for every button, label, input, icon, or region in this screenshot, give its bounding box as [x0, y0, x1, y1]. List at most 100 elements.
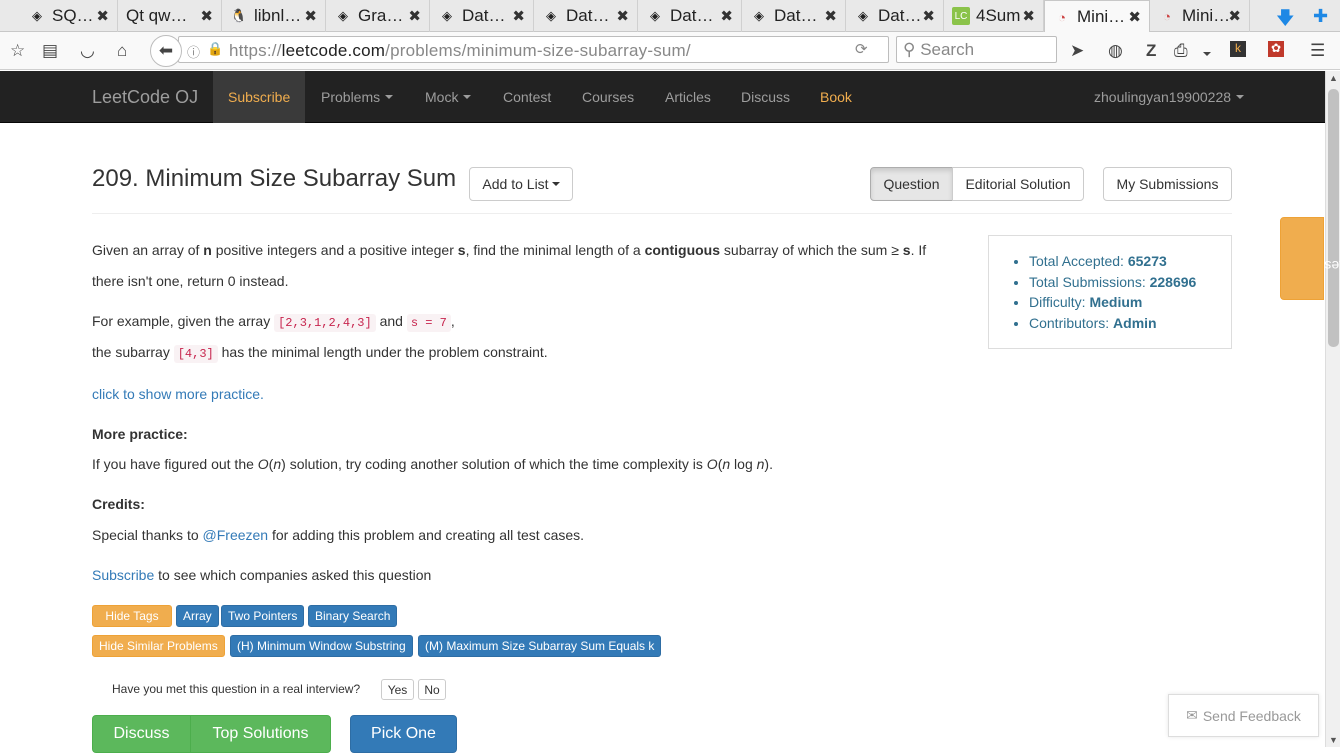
- stat-total-submissions: Total Submissions: 228696: [1029, 272, 1231, 293]
- credits-heading: Credits:: [92, 496, 145, 512]
- printer-icon[interactable]: ⎙: [1174, 41, 1188, 61]
- code-s: s = 7: [406, 314, 451, 332]
- close-icon[interactable]: ✖: [304, 7, 317, 25]
- scrollbar-thumb[interactable]: [1328, 89, 1339, 347]
- send-icon[interactable]: ➤: [1070, 41, 1084, 61]
- close-icon[interactable]: ✖: [824, 7, 837, 25]
- diamond-icon: ◈: [442, 8, 452, 23]
- diamond-icon: ◈: [32, 8, 42, 23]
- example-line2: the subarray [4,3] has the minimal lengt…: [92, 344, 548, 363]
- lc-icon: LC: [952, 7, 970, 25]
- browser-tab[interactable]: ◈ Dat… ✖: [846, 0, 944, 32]
- diamond-icon: ◈: [754, 8, 764, 23]
- envelope-icon: ✉: [1186, 707, 1198, 723]
- tab-editorial-solution[interactable]: Editorial Solution: [952, 167, 1084, 201]
- browser-tab[interactable]: LC 4Sum ✖: [944, 0, 1044, 32]
- browser-tab[interactable]: ◈ Dat… ✖: [534, 0, 638, 32]
- nav-problems[interactable]: Problems: [306, 71, 408, 123]
- nav-contest[interactable]: Contest: [488, 71, 566, 123]
- reload-icon[interactable]: ⟳: [855, 40, 868, 58]
- tag-two-pointers[interactable]: Two Pointers: [221, 605, 305, 627]
- close-icon[interactable]: ✖: [922, 7, 935, 25]
- extension-icon[interactable]: ✿: [1268, 41, 1284, 57]
- nav-mock[interactable]: Mock: [410, 71, 486, 123]
- nav-courses[interactable]: Courses: [567, 71, 649, 123]
- similar-problem-link[interactable]: (H) Minimum Window Substring: [230, 635, 413, 657]
- example-line1: For example, given the array [2,3,1,2,4,…: [92, 313, 455, 332]
- my-submissions-button[interactable]: My Submissions: [1103, 167, 1232, 201]
- add-to-list-button[interactable]: Add to List: [469, 167, 573, 201]
- nav-discuss[interactable]: Discuss: [726, 71, 805, 123]
- no-button[interactable]: No: [418, 679, 446, 700]
- site-header: LeetCode OJ Subscribe Problems Mock Cont…: [0, 71, 1325, 123]
- chevron-down-icon: [385, 95, 394, 99]
- browser-tab-active[interactable]: ◔ Mini… ✖: [1044, 0, 1150, 33]
- page-scrollbar[interactable]: ▲ ▼: [1325, 71, 1340, 747]
- close-icon[interactable]: ✖: [1228, 7, 1241, 25]
- url-bar[interactable]: ⓘ 🔒 https://leetcode.com/problems/minimu…: [178, 36, 889, 63]
- tab-question[interactable]: Question: [870, 167, 953, 201]
- show-more-practice-link[interactable]: click to show more practice.: [92, 384, 264, 404]
- tag-binary-search[interactable]: Binary Search: [308, 605, 398, 627]
- lock-icon: 🔒: [207, 41, 224, 56]
- close-icon[interactable]: ✖: [512, 7, 525, 25]
- chevron-down-icon: [463, 95, 472, 99]
- user-menu[interactable]: zhoulingyan19900228: [1079, 71, 1259, 123]
- browser-tab[interactable]: ◈ Dat… ✖: [742, 0, 846, 32]
- nav-book[interactable]: Book: [805, 71, 867, 123]
- browser-tab[interactable]: Qt qw… ✖: [118, 0, 222, 32]
- subscribe-link[interactable]: Subscribe: [92, 567, 154, 583]
- pocket-icon[interactable]: ◡: [80, 41, 95, 61]
- new-tab-icon[interactable]: ✚: [1313, 6, 1328, 27]
- extension-k-icon[interactable]: k: [1230, 41, 1246, 57]
- hamburger-menu-icon[interactable]: ☰: [1310, 41, 1325, 61]
- browser-tab[interactable]: ◈ Dat… ✖: [638, 0, 742, 32]
- bookmark-star-icon[interactable]: ☆: [10, 41, 25, 61]
- diamond-icon: ◈: [858, 8, 868, 23]
- search-input[interactable]: ⚲ Search: [896, 36, 1057, 63]
- scroll-down-icon[interactable]: ▼: [1329, 735, 1338, 745]
- page-title: 209. Minimum Size Subarray Sum: [92, 165, 457, 192]
- browser-tab[interactable]: ◈ SQ… ✖: [20, 0, 118, 32]
- problem-description-line1: Given an array of n positive integers an…: [92, 242, 927, 258]
- send-feedback-button[interactable]: ✉ Send Feedback: [1168, 694, 1319, 737]
- notes-tab[interactable]: ▢ Notes: [1280, 217, 1340, 300]
- close-icon[interactable]: ✖: [1022, 7, 1035, 25]
- site-brand[interactable]: LeetCode OJ: [92, 87, 198, 108]
- close-icon[interactable]: ✖: [96, 7, 109, 25]
- browser-tab[interactable]: ◔ Mini… ✖: [1150, 0, 1250, 32]
- close-icon[interactable]: ✖: [1128, 8, 1141, 26]
- globe-icon[interactable]: ◍: [1108, 41, 1123, 61]
- reading-list-icon[interactable]: ▤: [42, 41, 58, 61]
- chevron-down-icon: [551, 182, 560, 186]
- hide-tags-button[interactable]: Hide Tags: [92, 605, 172, 627]
- browser-tab[interactable]: ◈ Dat… ✖: [430, 0, 534, 32]
- browser-tab[interactable]: ◈ Gra… ✖: [326, 0, 430, 32]
- pick-one-button[interactable]: Pick One: [350, 715, 457, 753]
- search-icon: ⚲: [903, 40, 916, 59]
- home-icon[interactable]: ⌂: [117, 41, 127, 61]
- scroll-up-icon[interactable]: ▲: [1329, 73, 1338, 83]
- nav-subscribe[interactable]: Subscribe: [213, 71, 306, 123]
- stats-panel: Total Accepted: 65273 Total Submissions:…: [988, 235, 1232, 349]
- chevron-down-icon[interactable]: [1198, 43, 1211, 63]
- close-icon[interactable]: ✖: [720, 7, 733, 25]
- discuss-button[interactable]: Discuss: [92, 715, 191, 753]
- close-icon[interactable]: ✖: [616, 7, 629, 25]
- yes-button[interactable]: Yes: [381, 679, 414, 700]
- more-practice-text: If you have figured out the O(n) solutio…: [92, 456, 773, 472]
- close-icon[interactable]: ✖: [408, 7, 421, 25]
- zotero-icon[interactable]: Z: [1146, 41, 1156, 61]
- credits-user-link[interactable]: @Freezen: [203, 527, 269, 543]
- top-solutions-button[interactable]: Top Solutions: [190, 715, 331, 753]
- browser-tab[interactable]: 🐧 libnl… ✖: [222, 0, 326, 32]
- diamond-icon: ◈: [650, 8, 660, 23]
- stat-contributors: Contributors: Admin: [1029, 313, 1231, 334]
- similar-problem-link[interactable]: (M) Maximum Size Subarray Sum Equals k: [418, 635, 662, 657]
- back-button[interactable]: ⬅: [150, 35, 182, 67]
- info-icon[interactable]: ⓘ: [187, 42, 200, 61]
- tag-array[interactable]: Array: [176, 605, 219, 627]
- close-icon[interactable]: ✖: [200, 7, 213, 25]
- hide-similar-problems-button[interactable]: Hide Similar Problems: [92, 635, 225, 657]
- nav-articles[interactable]: Articles: [650, 71, 726, 123]
